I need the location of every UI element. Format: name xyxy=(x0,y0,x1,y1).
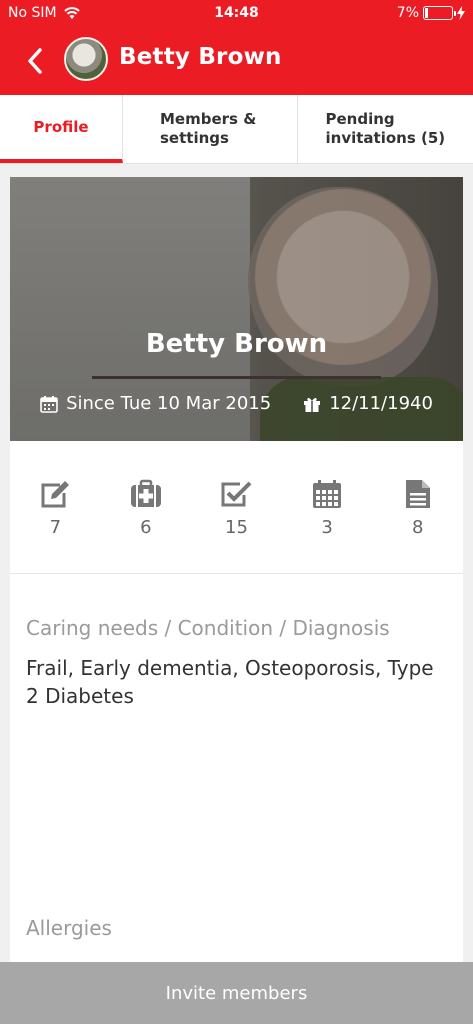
charging-icon xyxy=(457,6,465,20)
stat-count: 8 xyxy=(411,517,424,538)
edit-icon xyxy=(41,481,70,508)
stat-notes[interactable]: 7 xyxy=(10,441,101,573)
tab-profile[interactable]: Profile xyxy=(0,95,123,163)
caring-needs-label: Caring needs / Condition / Diagnosis xyxy=(26,616,390,640)
chevron-left-icon xyxy=(28,48,42,74)
status-bar: No SIM 14:48 7% xyxy=(0,0,473,28)
tab-bar: Profile Members & settings Pending invit… xyxy=(0,95,473,164)
hero-name: Betty Brown xyxy=(145,329,328,359)
checkbox-icon xyxy=(221,481,252,507)
document-icon xyxy=(405,480,430,508)
stat-documents[interactable]: 8 xyxy=(372,441,463,573)
stat-count: 15 xyxy=(225,517,248,538)
member-since: Since Tue 10 Mar 2015 xyxy=(66,393,272,414)
profile-hero: Betty Brown Since Tue 10 Mar 2015 12/11/… xyxy=(10,177,463,441)
birthday: 12/11/1940 xyxy=(329,393,433,414)
avatar[interactable] xyxy=(64,37,108,81)
page-title: Betty Brown xyxy=(119,44,282,70)
gift-icon xyxy=(304,397,321,412)
tab-members-label: Members & settings xyxy=(160,110,257,147)
invite-members-button[interactable]: Invite members xyxy=(0,962,473,1024)
stat-medical[interactable]: 6 xyxy=(101,441,192,573)
calendar-icon xyxy=(313,480,342,508)
tab-members-settings[interactable]: Members & settings xyxy=(123,95,298,163)
battery-icon xyxy=(423,6,456,20)
status-right: 7% xyxy=(397,5,465,21)
stats-row: 7 6 15 3 8 xyxy=(10,441,463,574)
calendar-icon xyxy=(40,395,58,413)
stat-count: 3 xyxy=(321,517,333,538)
battery-percent: 7% xyxy=(396,5,419,21)
tab-pending-invitations[interactable]: Pending invitations (5) xyxy=(298,95,473,163)
back-button[interactable] xyxy=(18,44,52,78)
allergies-label: Allergies xyxy=(26,916,112,940)
stat-appointments[interactable]: 3 xyxy=(282,441,373,573)
caring-needs-text: Frail, Early dementia, Osteoporosis, Typ… xyxy=(26,656,434,708)
hero-meta: Since Tue 10 Mar 2015 12/11/1940 xyxy=(10,393,463,414)
tab-pending-label: Pending invitations (5) xyxy=(325,110,446,147)
stat-count: 6 xyxy=(140,517,152,538)
stat-tasks[interactable]: 15 xyxy=(191,441,282,573)
nav-bar: Betty Brown xyxy=(0,28,473,95)
medical-kit-icon xyxy=(130,479,161,507)
stat-count: 7 xyxy=(49,517,62,538)
hero-divider xyxy=(92,376,381,379)
